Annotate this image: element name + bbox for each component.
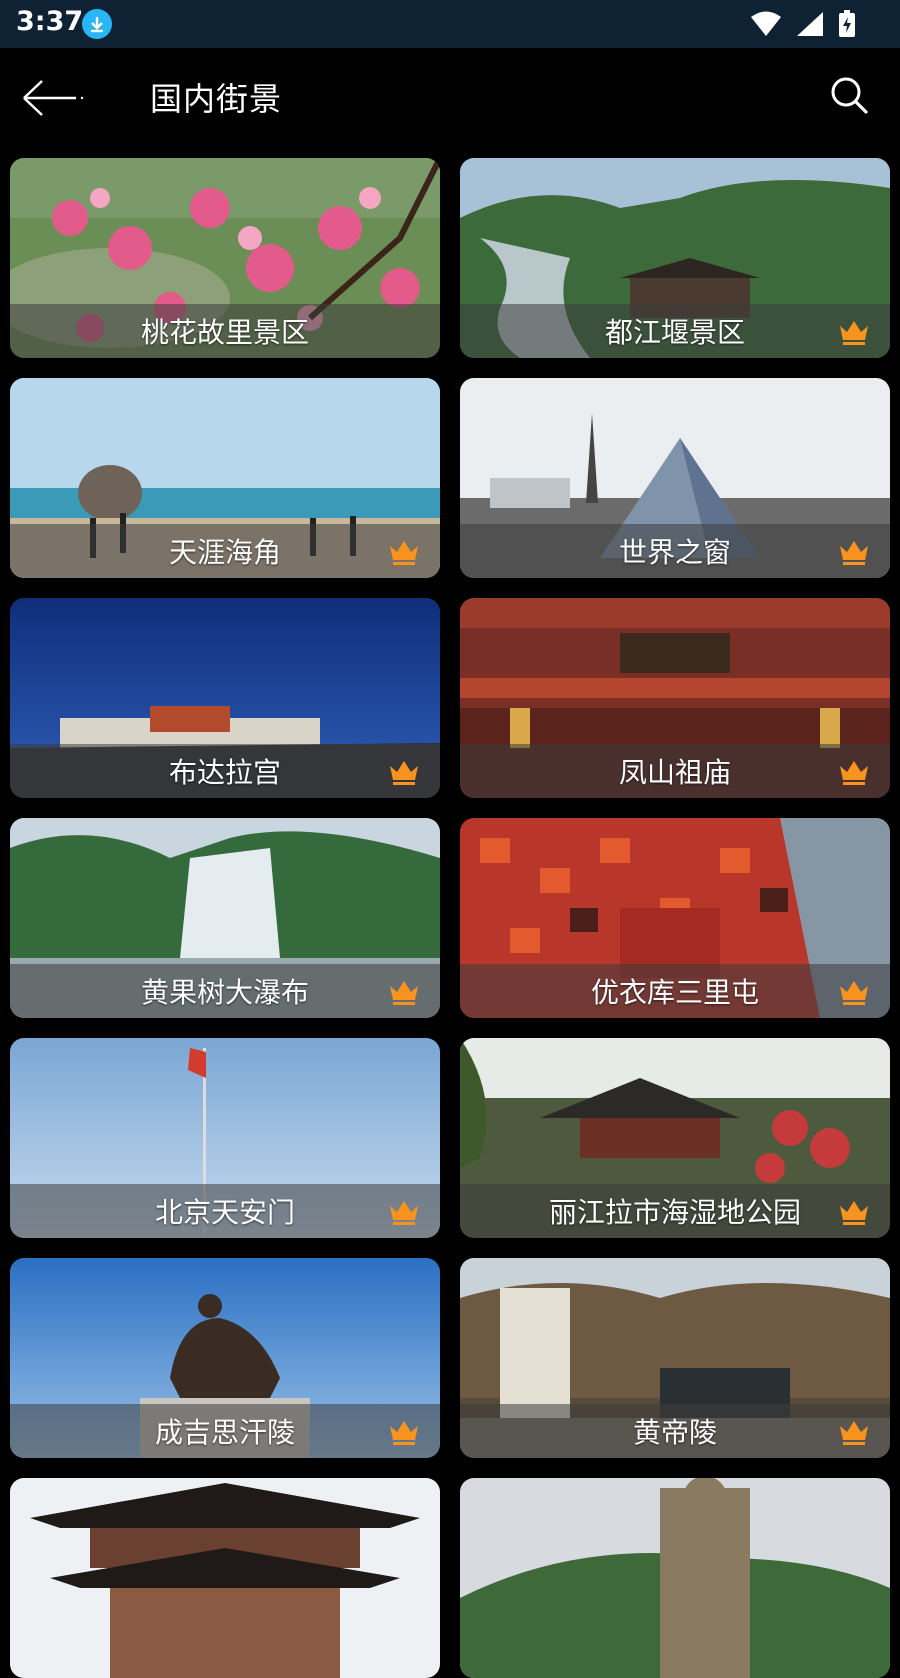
scenic-spot-grid: 桃花故里景区 都江堰景区 天涯海角 世界之窗 布达拉宫 凤山祖庙 黄果树大瀑布 … bbox=[10, 158, 890, 1678]
card-label: 世界之窗 bbox=[460, 524, 890, 578]
download-icon bbox=[82, 9, 112, 39]
crown-icon bbox=[390, 1201, 418, 1225]
scenic-card[interactable]: 世界之窗 bbox=[460, 378, 890, 578]
arrow-left-icon bbox=[23, 80, 84, 116]
card-label: 布达拉宫 bbox=[10, 744, 440, 798]
scenic-card[interactable]: 丽江拉市海湿地公园 bbox=[460, 1038, 890, 1238]
status-bar: 3:37 bbox=[0, 0, 900, 48]
signal-icon bbox=[797, 12, 823, 36]
card-image bbox=[460, 1478, 890, 1678]
card-label: 黄帝陵 bbox=[460, 1404, 890, 1458]
search-button[interactable] bbox=[828, 74, 876, 122]
crown-icon bbox=[840, 1421, 868, 1445]
card-label: 桃花故里景区 bbox=[10, 304, 440, 358]
scenic-card[interactable]: 黄帝陵 bbox=[460, 1258, 890, 1458]
card-label: 优衣库三里屯 bbox=[460, 964, 890, 1018]
crown-icon bbox=[390, 541, 418, 565]
card-label: 凤山祖庙 bbox=[460, 744, 890, 798]
card-label: 都江堰景区 bbox=[460, 304, 890, 358]
crown-icon bbox=[390, 1421, 418, 1445]
card-label: 丽江拉市海湿地公园 bbox=[460, 1184, 890, 1238]
scenic-card[interactable]: 凤山祖庙 bbox=[460, 598, 890, 798]
scenic-card[interactable] bbox=[460, 1478, 890, 1678]
scenic-card[interactable]: 布达拉宫 bbox=[10, 598, 440, 798]
card-label: 天涯海角 bbox=[10, 524, 440, 578]
crown-icon bbox=[840, 321, 868, 345]
app-bar: 国内街景 bbox=[0, 48, 900, 148]
crown-icon bbox=[840, 981, 868, 1005]
battery-charging-icon bbox=[839, 10, 855, 37]
crown-icon bbox=[840, 1201, 868, 1225]
scenic-card[interactable]: 优衣库三里屯 bbox=[460, 818, 890, 1018]
scenic-card[interactable]: 都江堰景区 bbox=[460, 158, 890, 358]
back-button[interactable] bbox=[20, 70, 100, 126]
crown-icon bbox=[840, 761, 868, 785]
crown-icon bbox=[840, 541, 868, 565]
scenic-card[interactable]: 成吉思汗陵 bbox=[10, 1258, 440, 1458]
card-label: 黄果树大瀑布 bbox=[10, 964, 440, 1018]
card-label: 北京天安门 bbox=[10, 1184, 440, 1238]
scenic-card[interactable]: 天涯海角 bbox=[10, 378, 440, 578]
scenic-card[interactable]: 北京天安门 bbox=[10, 1038, 440, 1238]
wifi-icon bbox=[751, 11, 781, 36]
crown-icon bbox=[390, 981, 418, 1005]
crown-icon bbox=[390, 761, 418, 785]
status-time: 3:37 bbox=[16, 6, 84, 37]
card-label: 成吉思汗陵 bbox=[10, 1404, 440, 1458]
search-icon bbox=[831, 77, 868, 114]
scenic-card[interactable] bbox=[10, 1478, 440, 1678]
scenic-card[interactable]: 桃花故里景区 bbox=[10, 158, 440, 358]
scenic-card[interactable]: 黄果树大瀑布 bbox=[10, 818, 440, 1018]
page-title: 国内街景 bbox=[150, 80, 283, 118]
card-image bbox=[10, 1478, 440, 1678]
